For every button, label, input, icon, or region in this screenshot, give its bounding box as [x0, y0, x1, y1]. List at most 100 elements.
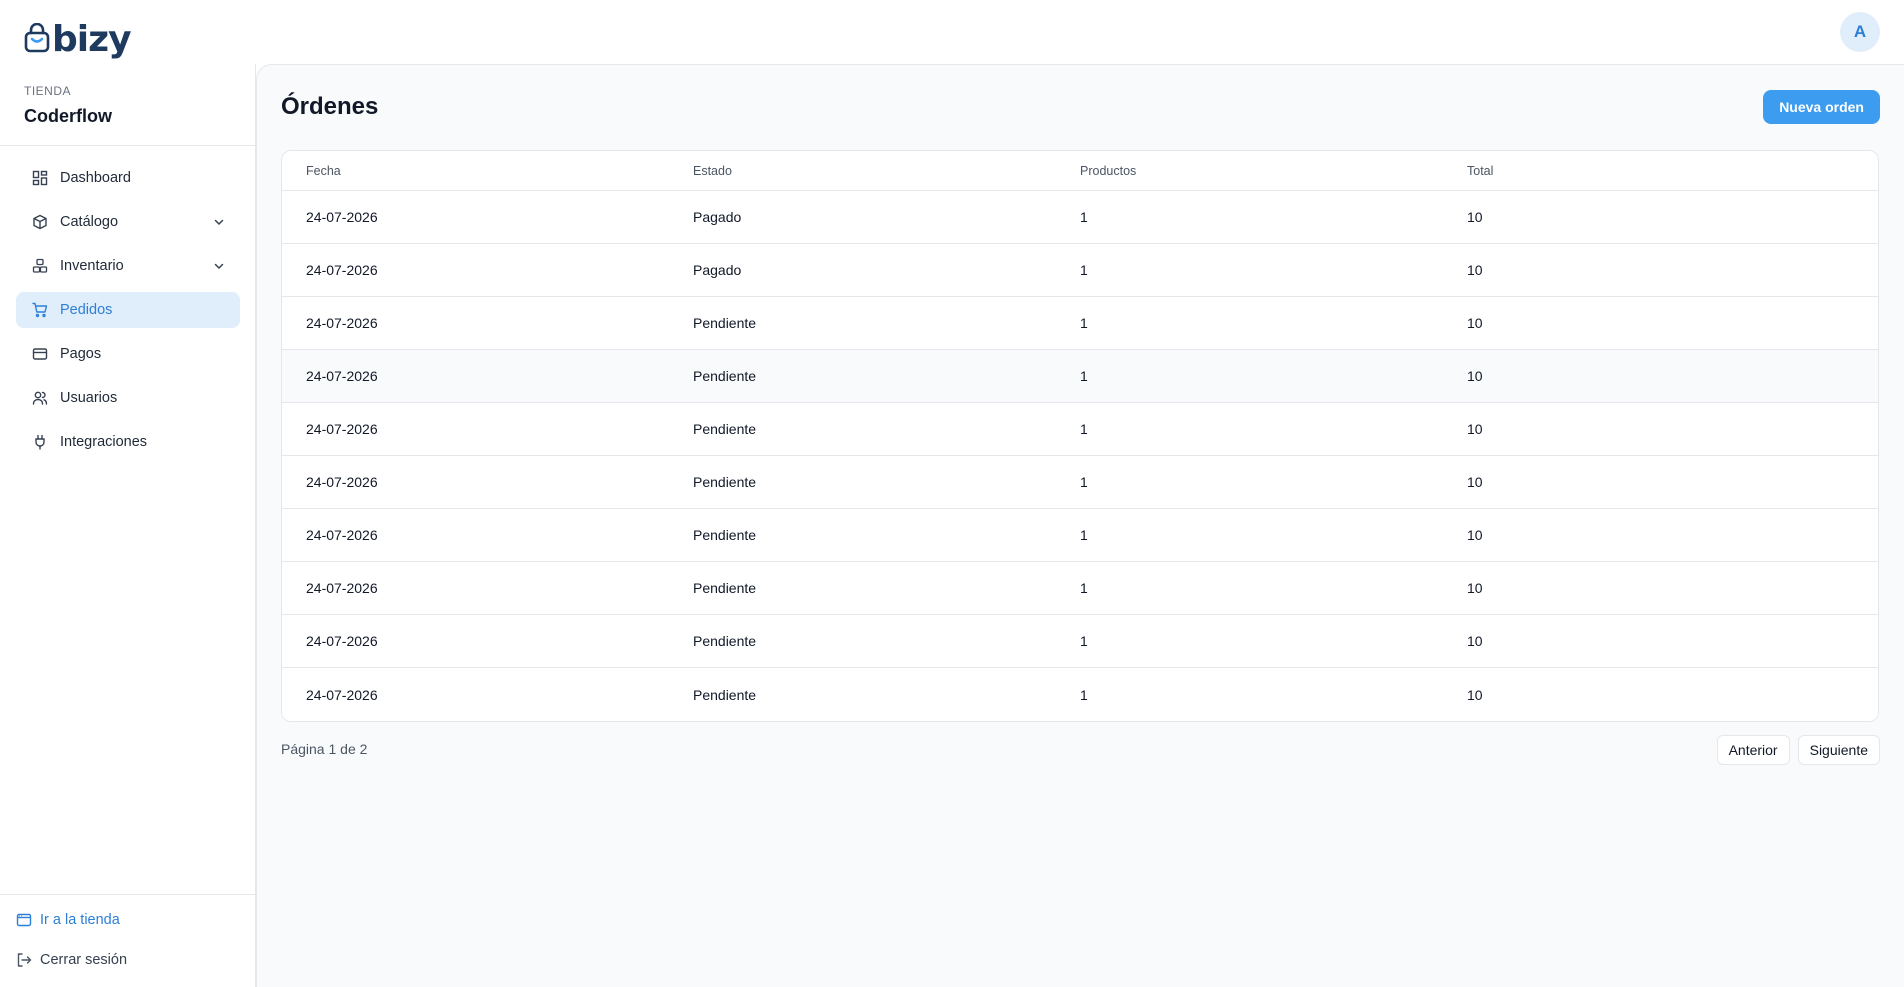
table-row[interactable]: 24-07-2026 Pendiente 1 10	[282, 297, 1878, 350]
cell-estado: Pagado	[693, 209, 742, 225]
cell-fecha: 24-07-2026	[306, 421, 378, 437]
previous-page-button[interactable]: Anterior	[1716, 735, 1790, 765]
sidebar-divider	[0, 145, 256, 146]
plug-icon	[32, 434, 48, 450]
chevron-down-icon[interactable]	[212, 259, 226, 273]
sidebar-divider	[0, 894, 256, 895]
sidebar-item-pedidos[interactable]: Pedidos	[16, 292, 240, 328]
cell-total: 10	[1467, 474, 1483, 490]
user-avatar[interactable]: A	[1840, 12, 1880, 52]
sidebar-item-label: Pedidos	[60, 302, 113, 318]
cell-fecha: 24-07-2026	[306, 633, 378, 649]
cell-total: 10	[1467, 527, 1483, 543]
cell-estado: Pendiente	[693, 527, 757, 543]
cell-total: 10	[1467, 633, 1483, 649]
cell-productos: 1	[1080, 368, 1088, 384]
dashboard-icon	[32, 170, 48, 186]
table-row[interactable]: 24-07-2026 Pendiente 1 10	[282, 350, 1878, 403]
main-content: Órdenes Nueva orden Fecha Estado Product…	[256, 64, 1904, 987]
cell-productos: 1	[1080, 633, 1088, 649]
cell-total: 10	[1467, 368, 1483, 384]
page-title: Órdenes	[281, 93, 379, 120]
cell-productos: 1	[1080, 580, 1088, 596]
sidebar-item-label: Inventario	[60, 258, 124, 274]
cell-total: 10	[1467, 315, 1483, 331]
cell-total: 10	[1467, 262, 1483, 278]
sidebar-item-inventario[interactable]: Inventario	[16, 248, 240, 284]
column-header-fecha[interactable]: Fecha	[282, 164, 669, 178]
store-label: TIENDA	[24, 84, 72, 98]
table-row[interactable]: 24-07-2026 Pendiente 1 10	[282, 615, 1878, 668]
cell-productos: 1	[1080, 474, 1088, 490]
sidebar-item-dashboard[interactable]: Dashboard	[16, 160, 240, 196]
cell-estado: Pendiente	[693, 368, 757, 384]
cell-productos: 1	[1080, 421, 1088, 437]
table-row[interactable]: 24-07-2026 Pagado 1 10	[282, 191, 1878, 244]
cell-productos: 1	[1080, 686, 1088, 703]
logo-text: bizy	[52, 19, 132, 60]
table-row[interactable]: 24-07-2026 Pendiente 1 10	[282, 562, 1878, 615]
cell-estado: Pendiente	[693, 633, 757, 649]
sidebar-item-label: Catálogo	[60, 214, 119, 230]
store-name: Coderflow	[24, 106, 112, 126]
sidebar-item-integraciones[interactable]: Integraciones	[16, 424, 240, 460]
cell-fecha: 24-07-2026	[306, 686, 378, 703]
column-header-productos[interactable]: Productos	[1056, 164, 1443, 178]
sidebar-item-pagos[interactable]: Pagos	[16, 336, 240, 372]
cell-productos: 1	[1080, 527, 1088, 543]
sidebar: TIENDA Coderflow Dashboard Catálogo Inve…	[0, 64, 256, 987]
logout-label: Cerrar sesión	[40, 952, 128, 968]
column-header-estado[interactable]: Estado	[669, 164, 1056, 178]
table-header: Fecha Estado Productos Total	[282, 151, 1878, 191]
cell-estado: Pendiente	[693, 421, 757, 437]
cell-fecha: 24-07-2026	[306, 209, 378, 225]
bizy-logo[interactable]: bizy	[24, 19, 132, 60]
new-order-button[interactable]: Nueva orden	[1763, 90, 1880, 124]
cell-estado: Pendiente	[693, 315, 757, 331]
cell-productos: 1	[1080, 262, 1088, 278]
go-to-store-label: Ir a la tienda	[40, 912, 120, 928]
browser-window-icon	[16, 912, 32, 928]
cell-total: 10	[1467, 686, 1483, 703]
cart-icon	[32, 302, 48, 318]
cell-fecha: 24-07-2026	[306, 368, 378, 384]
pagination-status: Página 1 de 2	[281, 741, 368, 757]
cell-fecha: 24-07-2026	[306, 474, 378, 490]
next-page-button[interactable]: Siguiente	[1797, 735, 1880, 765]
sidebar-item-usuarios[interactable]: Usuarios	[16, 380, 240, 416]
cell-estado: Pendiente	[693, 580, 757, 596]
cell-estado: Pendiente	[693, 686, 757, 703]
boxes-icon	[32, 258, 48, 274]
pagination-controls: Anterior Siguiente	[1716, 735, 1880, 765]
box-icon	[32, 214, 48, 230]
table-row[interactable]: 24-07-2026 Pendiente 1 10	[282, 509, 1878, 562]
sidebar-nav: Dashboard Catálogo Inventario Pedidos Pa…	[16, 160, 240, 468]
column-header-total[interactable]: Total	[1443, 164, 1878, 178]
cell-total: 10	[1467, 580, 1483, 596]
cell-estado: Pendiente	[693, 474, 757, 490]
go-to-store-link[interactable]: Ir a la tienda	[16, 912, 120, 928]
table-row[interactable]: 24-07-2026 Pendiente 1 10	[282, 403, 1878, 456]
logout-link[interactable]: Cerrar sesión	[16, 952, 127, 968]
cell-productos: 1	[1080, 315, 1088, 331]
shopping-bag-icon	[24, 22, 50, 58]
sidebar-item-label: Dashboard	[60, 170, 131, 186]
sidebar-item-label: Usuarios	[60, 390, 118, 406]
cell-productos: 1	[1080, 209, 1088, 225]
cell-total: 10	[1467, 209, 1483, 225]
sidebar-item-catalogo[interactable]: Catálogo	[16, 204, 240, 240]
cell-fecha: 24-07-2026	[306, 315, 378, 331]
chevron-down-icon[interactable]	[212, 215, 226, 229]
logout-icon	[16, 952, 32, 968]
table-row[interactable]: 24-07-2026 Pendiente 1 10	[282, 456, 1878, 509]
cell-fecha: 24-07-2026	[306, 262, 378, 278]
cell-fecha: 24-07-2026	[306, 527, 378, 543]
table-row[interactable]: 24-07-2026 Pagado 1 10	[282, 244, 1878, 297]
table-row[interactable]: 24-07-2026 Pendiente 1 10	[282, 668, 1878, 721]
cell-estado: Pagado	[693, 262, 742, 278]
top-bar: bizy A	[0, 0, 1904, 64]
sidebar-item-label: Pagos	[60, 346, 102, 362]
cell-fecha: 24-07-2026	[306, 580, 378, 596]
cell-total: 10	[1467, 421, 1483, 437]
credit-card-icon	[32, 346, 48, 362]
